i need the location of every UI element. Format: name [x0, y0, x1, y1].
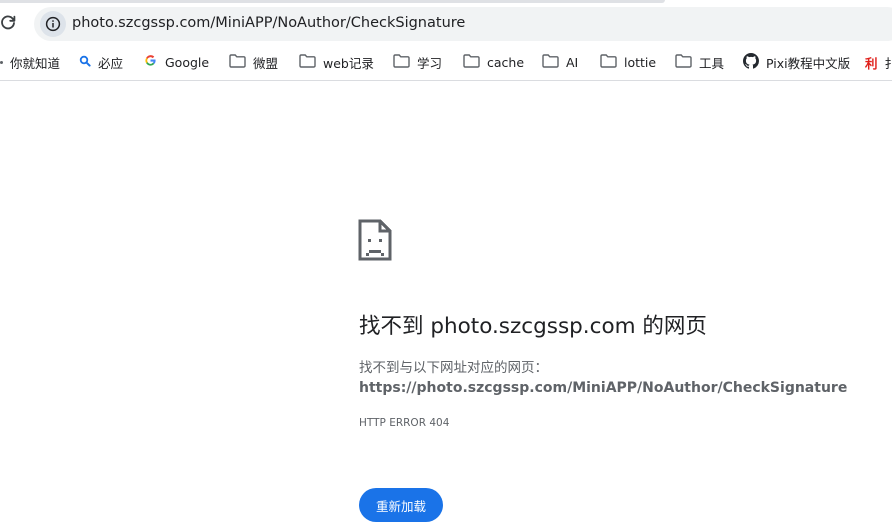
bookmark-item[interactable]: Pixi教程中文版 [743, 51, 850, 73]
bookmark-label: 学习 [417, 55, 443, 71]
bookmark-item[interactable]: 利 扌 [865, 51, 892, 73]
bookmark-label: 必应 [98, 55, 124, 71]
bookmark-folder[interactable]: 学习 [393, 51, 442, 73]
bookmark-label: 微盟 [253, 55, 279, 71]
folder-icon [675, 53, 692, 71]
error-code: HTTP ERROR 404 [359, 417, 450, 429]
bookmark-label: Google [165, 54, 210, 70]
bookmark-folder[interactable]: cache [463, 51, 524, 73]
folder-icon [542, 53, 559, 71]
bing-search-icon [79, 55, 91, 70]
bookmark-item[interactable]: Google [143, 51, 209, 73]
tab-strip-edge [0, 0, 665, 3]
error-title: 找不到 photo.szcgssp.com 的网页 [359, 314, 707, 339]
folder-icon [393, 53, 410, 71]
bookmark-label: cache [487, 54, 525, 70]
bookmark-label: web记录 [323, 55, 374, 71]
bookmarks-bar: 你就知道 必应 Google 微盟 web记录 学习 cache AI lott… [0, 44, 892, 81]
bookmark-label: 工具 [699, 55, 725, 71]
address-bar-row: photo.szcgssp.com/MiniAPP/NoAuthor/Check… [0, 0, 892, 44]
red-text-icon: 利 [865, 55, 878, 71]
bookmark-label-truncated: 扌 [884, 55, 892, 71]
reload-icon[interactable] [0, 12, 18, 34]
bookmark-label: Pixi教程中文版 [766, 55, 851, 71]
bookmark-label: AI [566, 54, 579, 70]
bookmark-folder[interactable]: 工具 [675, 51, 724, 73]
bookmark-folder[interactable]: AI [542, 51, 578, 73]
folder-icon [600, 53, 617, 71]
error-url: https://photo.szcgssp.com/MiniAPP/NoAuth… [359, 380, 848, 396]
bookmark-item[interactable]: 你就知道 [0, 51, 60, 73]
bookmark-separator-icon [0, 60, 3, 64]
url-text[interactable]: photo.szcgssp.com/MiniAPP/NoAuthor/Check… [72, 15, 465, 31]
bookmark-folder[interactable]: 微盟 [229, 51, 278, 73]
folder-icon [463, 53, 480, 71]
error-description: 找不到与以下网址对应的网页： [359, 360, 548, 376]
folder-icon [229, 53, 246, 71]
bookmark-item[interactable]: 必应 [79, 51, 123, 73]
reload-button[interactable]: 重新加载 [359, 488, 443, 522]
omnibox[interactable]: photo.szcgssp.com/MiniAPP/NoAuthor/Check… [34, 7, 892, 41]
sad-page-icon [358, 219, 392, 265]
bookmark-folder[interactable]: web记录 [299, 51, 374, 73]
site-info-icon[interactable] [40, 11, 66, 37]
bookmark-label: lottie [624, 54, 657, 70]
google-icon [143, 53, 158, 71]
bookmark-folder[interactable]: lottie [600, 51, 656, 73]
bookmark-label: 你就知道 [10, 55, 61, 71]
github-icon [743, 52, 759, 72]
folder-icon [299, 53, 316, 71]
